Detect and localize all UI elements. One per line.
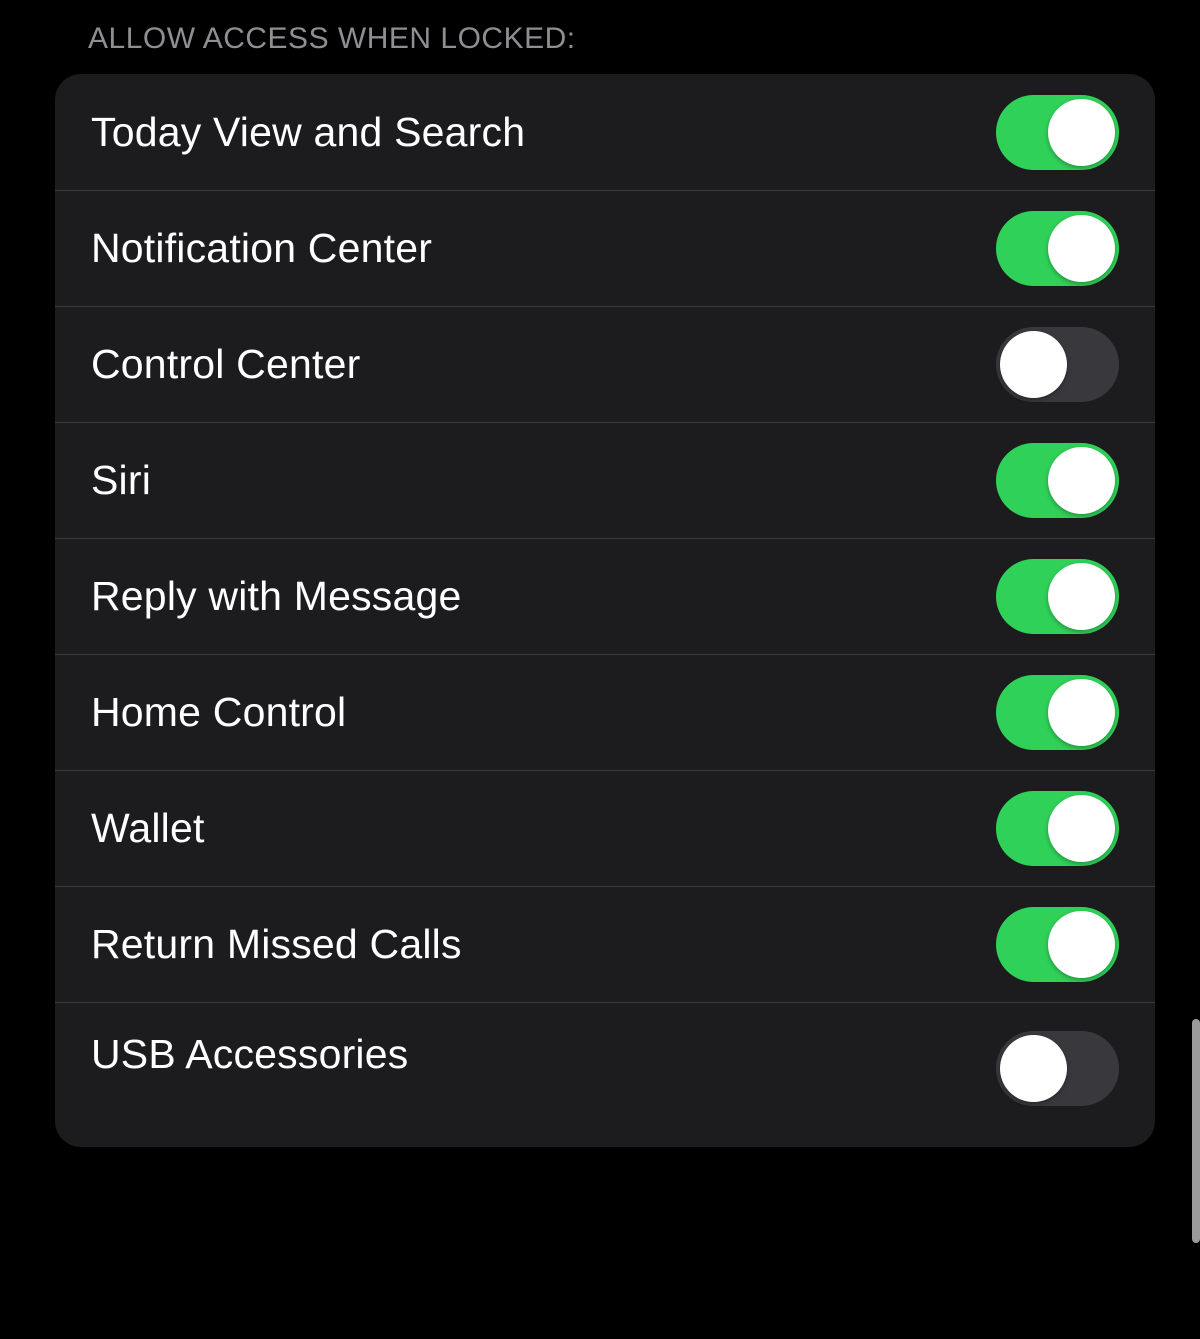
row-label: USB Accessories (91, 1031, 408, 1078)
scroll-indicator[interactable] (1192, 1019, 1200, 1243)
row-return-missed-calls: Return Missed Calls (55, 886, 1155, 1002)
toggle-knob-icon (1000, 1035, 1067, 1102)
toggle-knob-icon (1048, 911, 1115, 978)
toggle-knob-icon (1048, 99, 1115, 166)
row-usb-accessories: USB Accessories (55, 1002, 1155, 1147)
toggle-knob-icon (1048, 679, 1115, 746)
row-label: Home Control (91, 689, 346, 736)
row-label: Wallet (91, 805, 205, 852)
toggle-knob-icon (1048, 447, 1115, 514)
row-wallet: Wallet (55, 770, 1155, 886)
toggle-knob-icon (1000, 331, 1067, 398)
toggle-wallet[interactable] (996, 791, 1119, 866)
row-label: Siri (91, 457, 151, 504)
toggle-siri[interactable] (996, 443, 1119, 518)
row-control-center: Control Center (55, 306, 1155, 422)
toggle-control-center[interactable] (996, 327, 1119, 402)
row-notification-center: Notification Center (55, 190, 1155, 306)
toggle-today-view-and-search[interactable] (996, 95, 1119, 170)
toggle-knob-icon (1048, 563, 1115, 630)
row-label: Control Center (91, 341, 360, 388)
toggle-usb-accessories[interactable] (996, 1031, 1119, 1106)
row-reply-with-message: Reply with Message (55, 538, 1155, 654)
toggle-knob-icon (1048, 795, 1115, 862)
row-today-view-and-search: Today View and Search (55, 74, 1155, 190)
row-label: Today View and Search (91, 109, 525, 156)
section-header-allow-access: ALLOW ACCESS WHEN LOCKED: (55, 22, 1155, 74)
row-label: Return Missed Calls (91, 921, 462, 968)
toggle-reply-with-message[interactable] (996, 559, 1119, 634)
row-label: Notification Center (91, 225, 432, 272)
row-siri: Siri (55, 422, 1155, 538)
toggle-return-missed-calls[interactable] (996, 907, 1119, 982)
toggle-notification-center[interactable] (996, 211, 1119, 286)
row-label: Reply with Message (91, 573, 461, 620)
toggle-knob-icon (1048, 215, 1115, 282)
row-home-control: Home Control (55, 654, 1155, 770)
toggle-home-control[interactable] (996, 675, 1119, 750)
settings-panel: Today View and Search Notification Cente… (55, 74, 1155, 1147)
